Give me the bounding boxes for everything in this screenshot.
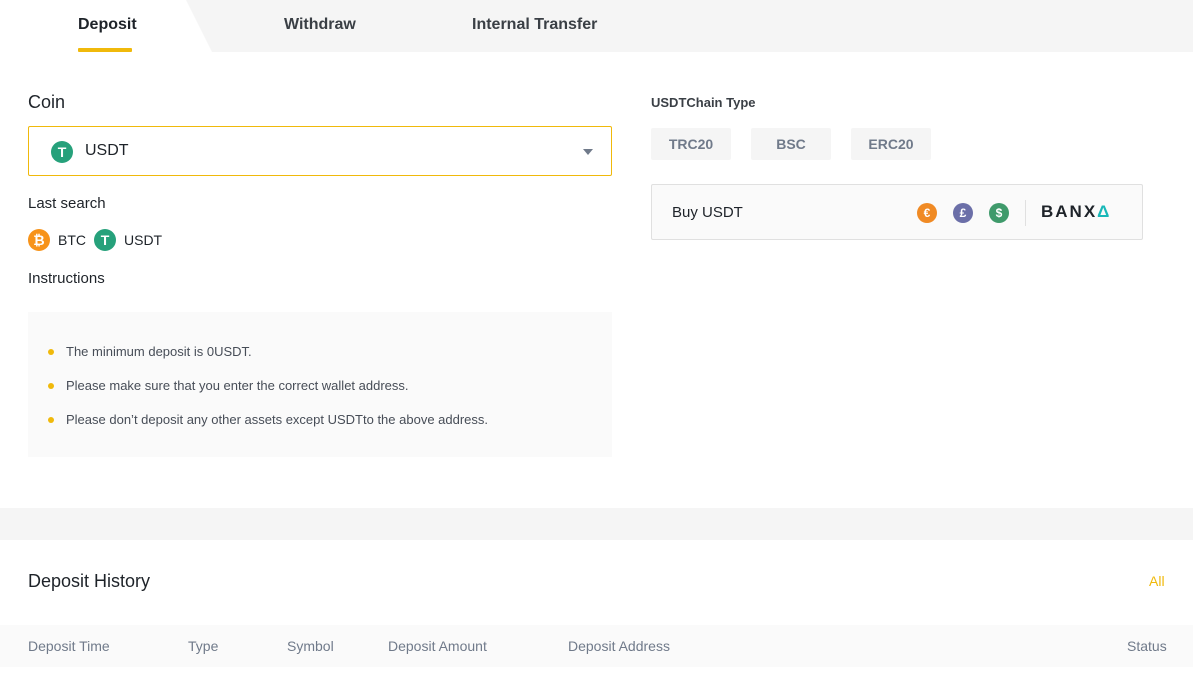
tab-internal-transfer[interactable]: Internal Transfer xyxy=(472,0,597,52)
banxa-logo-text: BANX xyxy=(1041,202,1098,221)
pound-icon: £ xyxy=(953,203,973,223)
column-symbol: Symbol xyxy=(287,638,334,654)
last-search-label: Last search xyxy=(28,195,106,212)
column-deposit-time: Deposit Time xyxy=(28,638,110,654)
tab-deposit[interactable]: Deposit xyxy=(78,0,137,52)
last-search-usdt[interactable]: T USDT xyxy=(94,228,162,252)
chain-option-erc20[interactable]: ERC20 xyxy=(851,128,931,160)
tether-icon: T xyxy=(51,141,73,163)
last-search-usdt-label: USDT xyxy=(124,232,163,248)
history-table-header: Deposit Time Type Symbol Deposit Amount … xyxy=(0,625,1193,667)
last-search-btc-label: BTC xyxy=(58,232,86,248)
instruction-item: Please make sure that you enter the corr… xyxy=(48,378,409,393)
column-status: Status xyxy=(1127,638,1167,654)
instruction-text: Please make sure that you enter the corr… xyxy=(66,378,409,393)
banxa-logo: BANXΔ xyxy=(1041,202,1111,222)
bullet-icon xyxy=(48,348,54,355)
dollar-icon: $ xyxy=(989,203,1009,223)
instruction-text: The minimum deposit is 0USDT. xyxy=(66,344,252,359)
divider xyxy=(1025,200,1026,226)
coin-label: Coin xyxy=(28,92,66,112)
column-type: Type xyxy=(188,638,219,654)
bullet-icon xyxy=(48,416,54,423)
column-deposit-amount: Deposit Amount xyxy=(388,638,487,654)
euro-icon: € xyxy=(917,203,937,223)
chain-option-bsc[interactable]: BSC xyxy=(751,128,831,160)
instructions-label: Instructions xyxy=(28,270,105,287)
instruction-item: The minimum deposit is 0USDT. xyxy=(48,344,252,359)
coin-select-value: USDT xyxy=(85,142,129,159)
tab-withdraw[interactable]: Withdraw xyxy=(284,0,356,52)
tether-icon: T xyxy=(94,229,116,251)
bitcoin-icon: ₿ xyxy=(28,229,50,251)
instruction-text: Please don’t deposit any other assets ex… xyxy=(66,412,489,427)
bullet-icon xyxy=(48,382,54,389)
all-history-link[interactable]: All xyxy=(1149,573,1165,589)
last-search-btc[interactable]: ₿ BTC xyxy=(28,228,86,252)
section-divider xyxy=(0,508,1193,540)
coin-select[interactable]: T USDT xyxy=(28,126,612,176)
buy-usdt-banner[interactable]: Buy USDT € £ $ BANXΔ xyxy=(651,184,1143,240)
buy-usdt-label: Buy USDT xyxy=(672,204,743,221)
chain-option-trc20[interactable]: TRC20 xyxy=(651,128,731,160)
chain-type-label: USDTChain Type xyxy=(651,95,756,110)
column-deposit-address: Deposit Address xyxy=(568,638,670,654)
instruction-item: Please don’t deposit any other assets ex… xyxy=(48,412,488,427)
instructions-box: The minimum deposit is 0USDT. Please mak… xyxy=(28,312,612,457)
chevron-down-icon[interactable] xyxy=(583,149,593,155)
active-tab-indicator xyxy=(78,48,132,52)
banxa-logo-mark: Δ xyxy=(1097,202,1112,221)
deposit-history-title: Deposit History xyxy=(28,571,151,591)
tab-bar: Deposit Withdraw Internal Transfer xyxy=(0,0,1193,52)
